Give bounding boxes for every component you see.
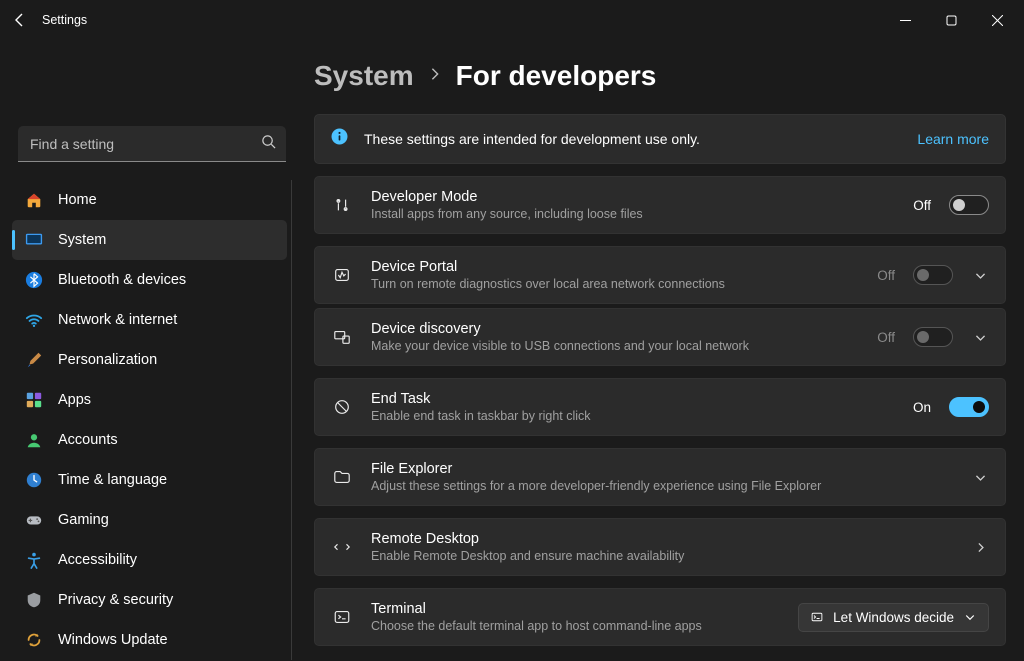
sidebar-item-label: Gaming bbox=[58, 512, 109, 528]
chevron-down-icon[interactable] bbox=[971, 471, 989, 484]
sidebar-item-label: Bluetooth & devices bbox=[58, 272, 186, 288]
developer-mode-toggle[interactable] bbox=[949, 195, 989, 215]
developer-mode-icon bbox=[331, 196, 353, 214]
sidebar-item-windows-update[interactable]: Windows Update bbox=[12, 620, 287, 660]
row-desc: Choose the default terminal app to host … bbox=[371, 619, 780, 633]
chevron-right-icon[interactable] bbox=[971, 541, 989, 554]
row-desc: Enable end task in taskbar by right clic… bbox=[371, 409, 895, 423]
back-button[interactable] bbox=[12, 12, 28, 28]
brush-icon bbox=[24, 350, 44, 370]
row-device-portal[interactable]: Device Portal Turn on remote diagnostics… bbox=[314, 246, 1006, 304]
system-icon bbox=[24, 230, 44, 250]
row-title: End Task bbox=[371, 391, 895, 407]
sidebar: Home System Bluetooth & devices Network … bbox=[0, 40, 304, 661]
info-banner: These settings are intended for developm… bbox=[314, 114, 1006, 164]
sidebar-item-network[interactable]: Network & internet bbox=[12, 300, 287, 340]
sidebar-item-label: Home bbox=[58, 192, 97, 208]
apps-icon bbox=[24, 390, 44, 410]
row-title: Device discovery bbox=[371, 321, 859, 337]
sidebar-item-privacy[interactable]: Privacy & security bbox=[12, 580, 287, 620]
terminal-small-icon bbox=[811, 611, 823, 623]
sidebar-item-accounts[interactable]: Accounts bbox=[12, 420, 287, 460]
row-file-explorer[interactable]: File Explorer Adjust these settings for … bbox=[314, 448, 1006, 506]
row-end-task[interactable]: End Task Enable end task in taskbar by r… bbox=[314, 378, 1006, 436]
sidebar-item-apps[interactable]: Apps bbox=[12, 380, 287, 420]
row-desc: Enable Remote Desktop and ensure machine… bbox=[371, 549, 953, 563]
clock-icon bbox=[24, 470, 44, 490]
breadcrumb: System For developers bbox=[314, 60, 1006, 92]
toggle-state: Off bbox=[913, 198, 931, 213]
banner-text: These settings are intended for developm… bbox=[364, 131, 901, 147]
sidebar-item-bluetooth[interactable]: Bluetooth & devices bbox=[12, 260, 287, 300]
row-title: Terminal bbox=[371, 601, 780, 617]
toggle-state: Off bbox=[877, 330, 895, 345]
info-icon bbox=[331, 128, 348, 150]
maximize-button[interactable] bbox=[928, 0, 974, 40]
wifi-icon bbox=[24, 310, 44, 330]
row-title: File Explorer bbox=[371, 461, 953, 477]
toggle-state: Off bbox=[877, 268, 895, 283]
sidebar-item-label: Accessibility bbox=[58, 552, 137, 568]
sidebar-item-label: Apps bbox=[58, 392, 91, 408]
device-discovery-icon bbox=[331, 328, 353, 346]
update-icon bbox=[24, 630, 44, 650]
titlebar: Settings bbox=[0, 0, 1024, 40]
end-task-toggle[interactable] bbox=[949, 397, 989, 417]
sidebar-item-time-language[interactable]: Time & language bbox=[12, 460, 287, 500]
accessibility-icon bbox=[24, 550, 44, 570]
home-icon bbox=[24, 190, 44, 210]
row-desc: Make your device visible to USB connecti… bbox=[371, 339, 859, 353]
chevron-down-icon[interactable] bbox=[971, 269, 989, 282]
device-discovery-toggle bbox=[913, 327, 953, 347]
chevron-right-icon bbox=[428, 67, 442, 86]
search-icon bbox=[261, 134, 276, 154]
page-title: For developers bbox=[456, 60, 657, 92]
sidebar-item-label: Privacy & security bbox=[58, 592, 173, 608]
device-portal-icon bbox=[331, 266, 353, 284]
breadcrumb-parent[interactable]: System bbox=[314, 60, 414, 92]
search-box[interactable] bbox=[18, 126, 286, 162]
end-task-icon bbox=[331, 398, 353, 416]
row-terminal[interactable]: Terminal Choose the default terminal app… bbox=[314, 588, 1006, 646]
folder-icon bbox=[331, 468, 353, 486]
bluetooth-icon bbox=[24, 270, 44, 290]
search-input[interactable] bbox=[18, 126, 286, 162]
sidebar-item-accessibility[interactable]: Accessibility bbox=[12, 540, 287, 580]
learn-more-link[interactable]: Learn more bbox=[917, 131, 989, 147]
shield-icon bbox=[24, 590, 44, 610]
row-remote-desktop[interactable]: Remote Desktop Enable Remote Desktop and… bbox=[314, 518, 1006, 576]
sidebar-item-label: Time & language bbox=[58, 472, 167, 488]
sidebar-item-label: Accounts bbox=[58, 432, 118, 448]
sidebar-item-gaming[interactable]: Gaming bbox=[12, 500, 287, 540]
sidebar-item-label: Network & internet bbox=[58, 312, 177, 328]
minimize-button[interactable] bbox=[882, 0, 928, 40]
terminal-dropdown[interactable]: Let Windows decide bbox=[798, 603, 989, 632]
device-portal-toggle bbox=[913, 265, 953, 285]
close-button[interactable] bbox=[974, 0, 1020, 40]
row-title: Remote Desktop bbox=[371, 531, 953, 547]
terminal-icon bbox=[331, 608, 353, 626]
dropdown-value: Let Windows decide bbox=[833, 610, 954, 625]
sidebar-item-system[interactable]: System bbox=[12, 220, 287, 260]
remote-desktop-icon bbox=[331, 538, 353, 556]
row-desc: Adjust these settings for a more develop… bbox=[371, 479, 953, 493]
row-desc: Install apps from any source, including … bbox=[371, 207, 895, 221]
sidebar-item-label: Windows Update bbox=[58, 632, 168, 648]
accounts-icon bbox=[24, 430, 44, 450]
window-title: Settings bbox=[42, 13, 87, 27]
row-title: Device Portal bbox=[371, 259, 859, 275]
row-developer-mode[interactable]: Developer Mode Install apps from any sou… bbox=[314, 176, 1006, 234]
sidebar-item-home[interactable]: Home bbox=[12, 180, 287, 220]
row-title: Developer Mode bbox=[371, 189, 895, 205]
chevron-down-icon bbox=[964, 611, 976, 623]
main-content: System For developers These settings are… bbox=[304, 40, 1024, 661]
row-desc: Turn on remote diagnostics over local ar… bbox=[371, 277, 859, 291]
sidebar-item-label: Personalization bbox=[58, 352, 157, 368]
gamepad-icon bbox=[24, 510, 44, 530]
chevron-down-icon[interactable] bbox=[971, 331, 989, 344]
row-device-discovery[interactable]: Device discovery Make your device visibl… bbox=[314, 308, 1006, 366]
sidebar-item-personalization[interactable]: Personalization bbox=[12, 340, 287, 380]
toggle-state: On bbox=[913, 400, 931, 415]
sidebar-item-label: System bbox=[58, 232, 106, 248]
